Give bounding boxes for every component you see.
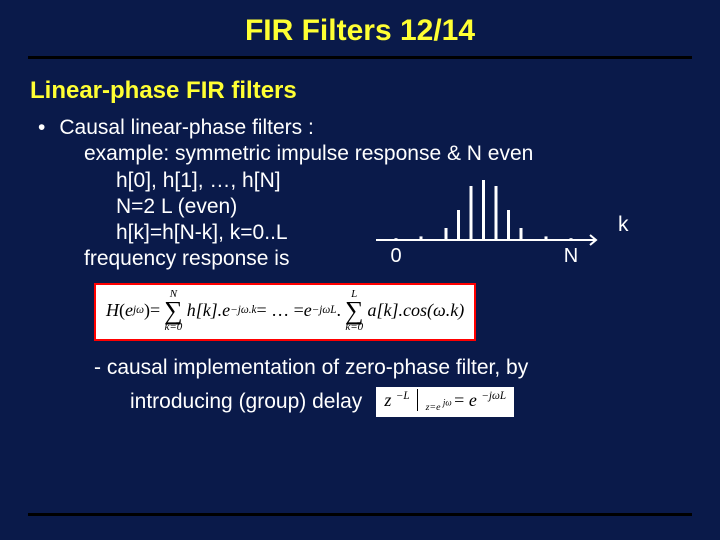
equation-main: H ( e jω ) = N ∑ k=0 h[k].e −jω.k = … = … [94, 283, 476, 341]
k-axis-label: k [618, 212, 629, 238]
conclusion-line: - causal implementation of zero-phase fi… [94, 355, 690, 381]
bullet-item: • Causal linear-phase filters : [30, 115, 690, 141]
eq2-sub-a: z=e [426, 402, 441, 413]
line-sym: h[k]=h[N-k], k=0..L [116, 220, 360, 246]
line-freq: frequency response is [84, 246, 360, 272]
eq-H: H [106, 299, 119, 322]
eq-sum1-body: h[k].e [187, 299, 231, 322]
eq-e1: e [125, 299, 133, 322]
delay-row: introducing (group) delay z −L z=e jω = … [130, 387, 690, 417]
line-example: example: symmetric impulse response & N … [84, 141, 690, 167]
mid-left: h[0], h[1], …, h[N] N=2 L (even) h[k]=h[… [30, 168, 360, 273]
eq-sum2-body: a[k].cos(ω.k) [368, 299, 465, 322]
impulse-plot: 0 N [366, 168, 606, 268]
eq2-eq: = [454, 390, 469, 410]
eq2-sub-exp: jω [443, 398, 452, 408]
eq2-z: z [384, 390, 391, 410]
eq2-e: e [469, 390, 477, 410]
bullet-text: Causal linear-phase filters : [59, 115, 313, 141]
sum2-bot: k=0 [345, 322, 363, 333]
eval-bar-icon [417, 389, 418, 411]
sum2-icon: L ∑ k=0 [345, 289, 364, 333]
slide-title: FIR Filters 12/14 [0, 0, 720, 56]
delay-text: introducing (group) delay [130, 389, 362, 415]
eq2-zL: −L [396, 390, 410, 402]
plot-stems [396, 180, 571, 240]
eq-dot: . [336, 299, 341, 322]
eq-phase-e: e [304, 299, 312, 322]
bullet-dot-icon: • [38, 115, 45, 141]
equation-delay: z −L z=e jω = e −jωL [376, 387, 514, 417]
hr-bottom [28, 513, 692, 516]
eq-sum1-exp: −jω.k [230, 304, 256, 318]
eq-mid: = … = [256, 299, 303, 322]
plot-xN-label: N [564, 245, 578, 267]
eq-eq1: = [150, 299, 160, 322]
section-title: Linear-phase FIR filters [30, 77, 720, 105]
hr-top [28, 56, 692, 59]
eq-phase-exp: −jωL [312, 304, 337, 318]
mid-row: h[0], h[1], …, h[N] N=2 L (even) h[k]=h[… [30, 168, 690, 273]
slide: FIR Filters 12/14 Linear-phase FIR filte… [0, 0, 720, 540]
eq-jw1: jω [133, 304, 144, 318]
sum1-bot: k=0 [165, 322, 183, 333]
body: • Causal linear-phase filters : example:… [30, 115, 690, 417]
impulse-plot-svg: 0 N [366, 168, 606, 268]
line-neven: N=2 L (even) [116, 194, 360, 220]
line-htaps: h[0], h[1], …, h[N] [116, 168, 360, 194]
sum1-icon: N ∑ k=0 [164, 289, 183, 333]
plot-x0-label: 0 [390, 245, 401, 267]
eq2-exp: −jωL [481, 390, 506, 402]
